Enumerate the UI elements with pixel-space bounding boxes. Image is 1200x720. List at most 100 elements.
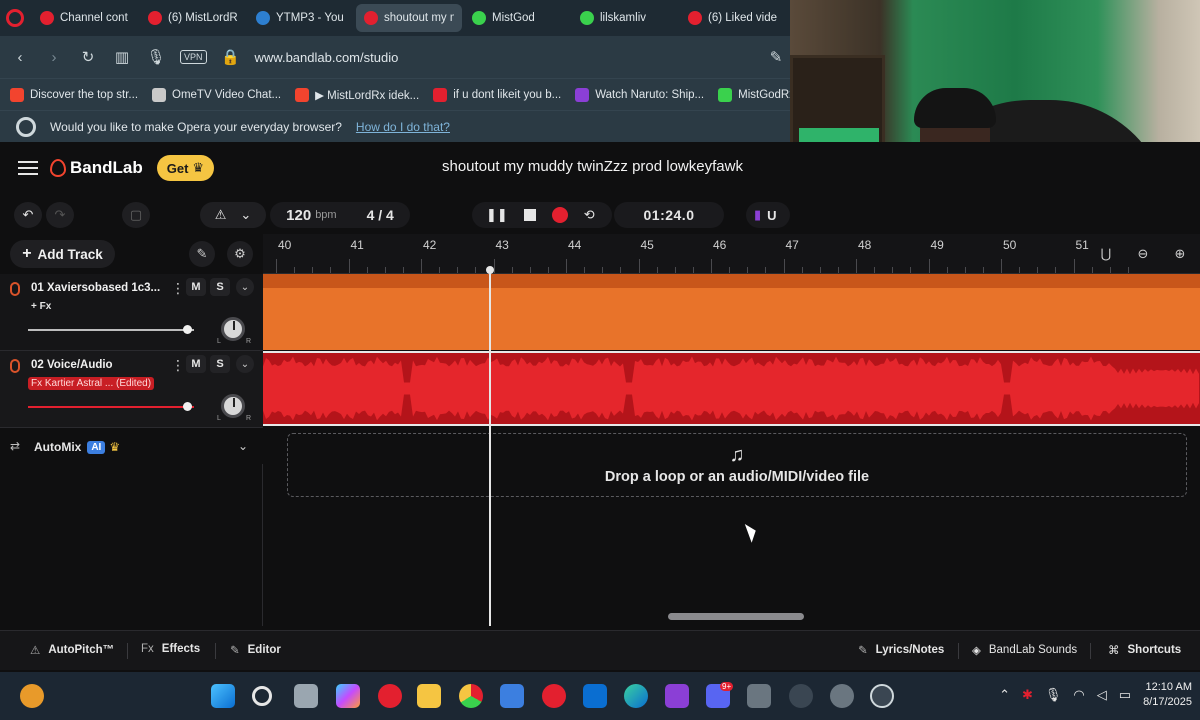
wifi-icon[interactable]: ◠: [1073, 687, 1084, 703]
bookmark-item[interactable]: if u dont likeit you b...: [433, 87, 561, 102]
back-arrow-icon[interactable]: ‹: [10, 49, 30, 66]
bookmark-item[interactable]: OmeTV Video Chat...: [152, 87, 281, 102]
help-link[interactable]: How do I do that?: [356, 120, 450, 134]
bandlab-logo[interactable]: BandLab: [50, 158, 143, 178]
more-options-icon[interactable]: ⋮: [171, 280, 185, 297]
opera-taskbar-icon[interactable]: [378, 684, 402, 708]
pan-knob[interactable]: [221, 394, 245, 418]
copilot-icon[interactable]: [336, 684, 360, 708]
windows-start-icon[interactable]: [211, 684, 235, 708]
mute-button[interactable]: M: [186, 278, 206, 296]
time-display[interactable]: 01:24.0: [614, 202, 724, 228]
more-options-icon[interactable]: ⋮: [171, 357, 185, 374]
volume-slider-handle[interactable]: [183, 402, 193, 411]
browser-tab[interactable]: YTMP3 - You: [248, 4, 354, 32]
bookmark-item[interactable]: Discover the top str...: [10, 87, 138, 102]
opera-logo-icon[interactable]: [6, 9, 24, 27]
timeline-ruler[interactable]: 40 41 42 43 44 45 46 47 48 49 50 51: [263, 234, 1200, 274]
outlook-icon[interactable]: [583, 684, 607, 708]
effects-tag[interactable]: Fx Kartier Astral ... (Edited): [28, 377, 155, 390]
tuner-icon[interactable]: ✎: [189, 241, 215, 267]
stop-icon[interactable]: [523, 209, 536, 221]
chevron-down-icon[interactable]: ⌄: [236, 355, 254, 373]
bandlab-sounds-button[interactable]: ◈ BandLab Sounds: [972, 643, 1077, 657]
battery-icon[interactable]: ▭: [1119, 687, 1131, 703]
track-name[interactable]: 02 Voice/Audio: [31, 359, 113, 371]
playhead-handle[interactable]: [486, 266, 494, 274]
weather-icon[interactable]: [20, 684, 44, 708]
video-app-icon[interactable]: [665, 684, 689, 708]
browser-tab[interactable]: shoutout my mudd: [356, 4, 462, 32]
pan-knob[interactable]: [221, 317, 245, 341]
get-membership-button[interactable]: Get ♛: [156, 155, 215, 181]
record-icon[interactable]: [551, 207, 568, 223]
chevron-up-icon[interactable]: ⌃: [999, 687, 1010, 703]
volume-slider-handle[interactable]: [183, 325, 193, 334]
horizontal-scrollbar[interactable]: [668, 613, 804, 620]
microphone-icon[interactable]: [10, 359, 20, 373]
lyrics-notes-button[interactable]: ✎ Lyrics/Notes: [858, 643, 944, 657]
pause-media-icon[interactable]: ▥: [112, 48, 132, 66]
metronome-button[interactable]: ⚠ ⌄: [200, 202, 266, 228]
browser-tab[interactable]: (6) Liked vide: [680, 4, 786, 32]
menu-icon[interactable]: [18, 161, 38, 175]
redo-icon[interactable]: ↷: [46, 202, 74, 228]
solo-button[interactable]: S: [210, 355, 230, 373]
upgrade-button[interactable]: ▮ U: [746, 202, 790, 228]
automix-row[interactable]: ⇄ AutoMix AI ♛ ⌄: [0, 430, 263, 464]
edge-icon[interactable]: [624, 684, 648, 708]
browser-tab[interactable]: Channel cont: [32, 4, 138, 32]
chevron-down-icon[interactable]: ⌄: [236, 278, 254, 296]
playhead[interactable]: [489, 268, 491, 626]
zoom-out-icon[interactable]: ⊖: [1130, 241, 1156, 267]
search-icon[interactable]: [252, 686, 272, 706]
snap-magnet-icon[interactable]: ⋃: [1093, 241, 1119, 267]
tempo-display[interactable]: 120 bpm 4 / 4: [270, 202, 410, 228]
app-tray-icon[interactable]: ✱: [1022, 687, 1033, 703]
undo-icon[interactable]: ↶: [14, 202, 42, 228]
microphone-icon[interactable]: [10, 282, 20, 296]
zoom-in-icon[interactable]: ⊕: [1167, 241, 1193, 267]
track-1-region[interactable]: [263, 274, 1200, 350]
track-2-region[interactable]: [263, 351, 1200, 426]
solo-button[interactable]: S: [210, 278, 230, 296]
media-player-icon[interactable]: [870, 684, 894, 708]
mixer-icon[interactable]: ⚙: [227, 241, 253, 267]
time-signature[interactable]: 4 / 4: [367, 207, 394, 223]
settings-icon[interactable]: [830, 684, 854, 708]
browser-tab[interactable]: MistGod: [464, 4, 570, 32]
clock[interactable]: 12:10 AM 8/17/2025: [1143, 680, 1192, 710]
opera-gx-icon[interactable]: [542, 684, 566, 708]
url-field[interactable]: www.bandlab.com/studio: [255, 50, 399, 65]
browser-tab[interactable]: (6) MistLordR: [140, 4, 246, 32]
chrome-icon[interactable]: [459, 684, 483, 708]
autopitch-button[interactable]: ⚠ AutoPitch™: [30, 643, 114, 657]
pause-icon[interactable]: ❚❚: [486, 207, 508, 223]
store-icon[interactable]: [500, 684, 524, 708]
track-header[interactable]: 01 Xaviersobased 1c3... ⋮ M S ⌄ + Fx L R: [0, 274, 263, 351]
bookmark-item[interactable]: ▶ MistLordRx idek...: [295, 87, 419, 102]
save-icon[interactable]: ▢: [122, 202, 150, 228]
editor-button[interactable]: ✎ Editor: [230, 643, 281, 657]
capture-icon[interactable]: [789, 684, 813, 708]
add-track-button[interactable]: + Add Track: [10, 240, 115, 268]
loop-icon[interactable]: ⟲: [584, 207, 595, 223]
drop-zone[interactable]: ♫ Drop a loop or an audio/MIDI/video fil…: [287, 433, 1187, 497]
camera-icon[interactable]: [747, 684, 771, 708]
effects-button[interactable]: Fx Effects: [141, 643, 200, 655]
shortcuts-button[interactable]: ⌘ Shortcuts: [1108, 643, 1181, 657]
track-header[interactable]: 02 Voice/Audio ⋮ M S ⌄ Fx Kartier Astral…: [0, 351, 263, 428]
file-explorer-icon[interactable]: [417, 684, 441, 708]
vpn-badge[interactable]: VPN: [180, 50, 207, 64]
browser-tab[interactable]: lilskamliv: [572, 4, 678, 32]
reload-icon[interactable]: ↻: [78, 48, 98, 66]
mic-icon[interactable]: 🎙: [146, 48, 166, 66]
track-name[interactable]: 01 Xaviersobased 1c3...: [31, 282, 160, 294]
volume-slider[interactable]: [28, 329, 194, 331]
edit-icon[interactable]: ✎: [766, 48, 786, 66]
bookmark-item[interactable]: MistGodRx: [718, 87, 795, 102]
volume-icon[interactable]: ◁: [1097, 687, 1107, 703]
task-view-icon[interactable]: [294, 684, 318, 708]
forward-arrow-icon[interactable]: ›: [44, 49, 64, 66]
microphone-icon[interactable]: 🎙: [1045, 687, 1062, 703]
